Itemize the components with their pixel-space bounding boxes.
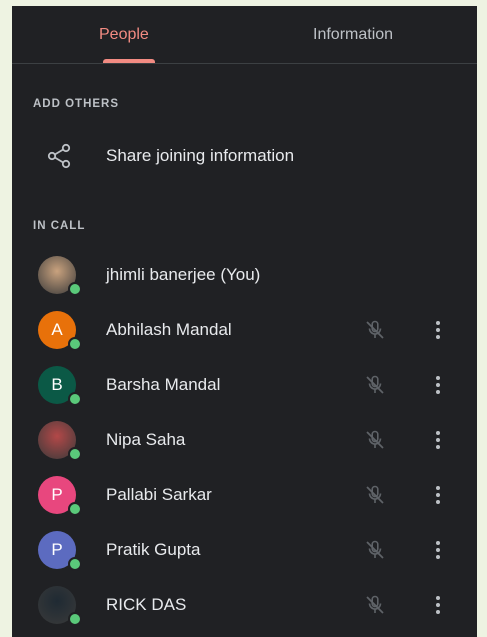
participant-name: Nipa Saha	[106, 430, 186, 449]
more-options-icon[interactable]	[426, 483, 450, 507]
more-options-icon[interactable]	[426, 373, 450, 397]
mic-off-icon	[363, 538, 387, 562]
online-status-dot	[68, 282, 82, 296]
participant-name: Abhilash Mandal	[106, 320, 232, 339]
people-panel: People Information ADD OTHERS Share join…	[12, 6, 477, 637]
tab-people[interactable]: People	[99, 6, 149, 63]
share-icon	[47, 143, 71, 169]
more-options-icon[interactable]	[426, 428, 450, 452]
more-options-icon[interactable]	[426, 593, 450, 617]
online-status-dot	[68, 557, 82, 571]
share-joining-info-button[interactable]: Share joining information	[12, 134, 477, 178]
tab-bar: People Information	[12, 6, 477, 64]
online-status-dot	[68, 392, 82, 406]
add-others-heading: ADD OTHERS	[33, 98, 120, 110]
participant-name: Pratik Gupta	[106, 540, 201, 559]
participant-name: RICK DAS	[106, 595, 187, 614]
online-status-dot	[68, 337, 82, 351]
share-joining-info-label: Share joining information	[106, 146, 295, 165]
participant-row[interactable]: jhimli banerjee (You)	[12, 251, 477, 299]
in-call-heading: IN CALL	[33, 220, 86, 232]
active-tab-indicator	[103, 59, 155, 63]
participant-row[interactable]: A Abhilash Mandal	[12, 306, 477, 354]
mic-off-icon	[363, 428, 387, 452]
online-status-dot	[68, 502, 82, 516]
participant-name: jhimli banerjee (You)	[106, 265, 261, 284]
participant-row[interactable]: P Pallabi Sarkar	[12, 471, 477, 519]
participant-row[interactable]: Nipa Saha	[12, 416, 477, 464]
online-status-dot	[68, 447, 82, 461]
participant-row[interactable]: B Barsha Mandal	[12, 361, 477, 409]
participant-name: Pallabi Sarkar	[106, 485, 212, 504]
participant-row[interactable]: P Pratik Gupta	[12, 526, 477, 574]
more-options-icon[interactable]	[426, 538, 450, 562]
mic-off-icon	[363, 373, 387, 397]
more-options-icon[interactable]	[426, 318, 450, 342]
mic-off-icon	[363, 593, 387, 617]
participant-name: Barsha Mandal	[106, 375, 221, 394]
mic-off-icon	[363, 318, 387, 342]
tab-information[interactable]: Information	[313, 6, 393, 63]
mic-off-icon	[363, 483, 387, 507]
online-status-dot	[68, 612, 82, 626]
participant-row[interactable]: RICK DAS	[12, 581, 477, 629]
